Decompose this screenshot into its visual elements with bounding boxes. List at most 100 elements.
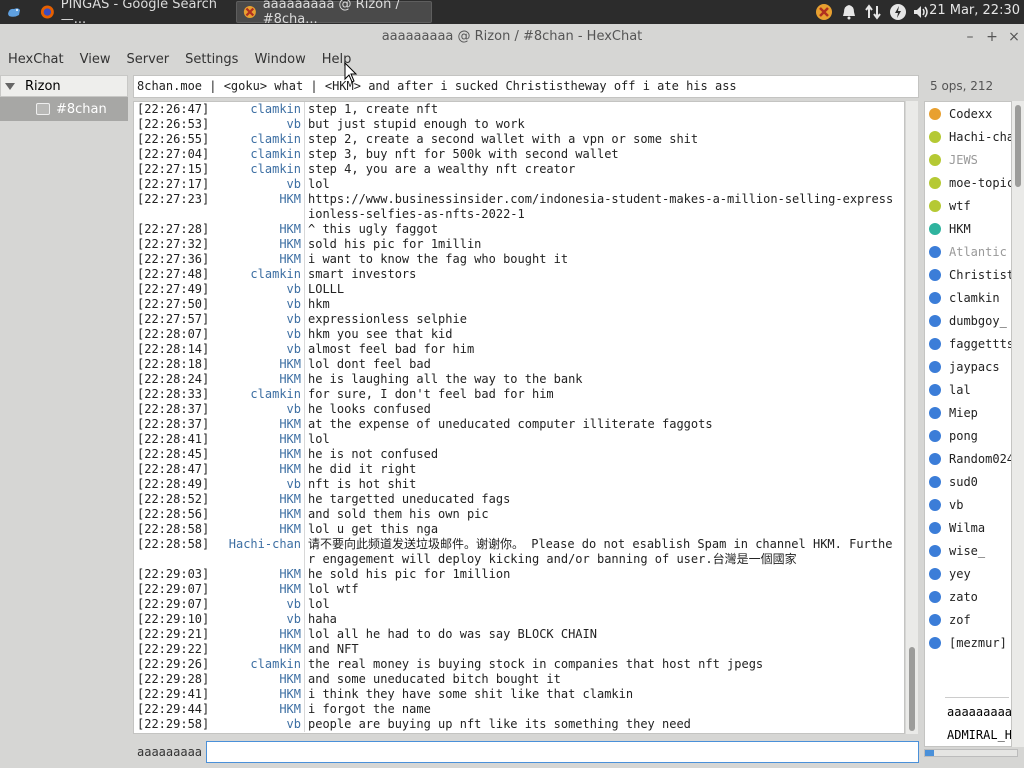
chat-nick[interactable]: vb	[208, 177, 305, 192]
chat-nick[interactable]: clamkin	[208, 132, 305, 147]
user-list-item[interactable]: vb	[925, 493, 963, 516]
clock[interactable]: 21 Mar, 22:30	[929, 3, 1020, 18]
chat-nick[interactable]: vb	[208, 297, 305, 312]
chat-message: lol	[308, 432, 330, 446]
user-list-item[interactable]: aaaaaaaaa	[925, 700, 1011, 723]
chat-nick[interactable]: HKM	[208, 582, 305, 597]
chat-nick[interactable]: HKM	[208, 252, 305, 267]
user-list-item[interactable]: Miep	[925, 401, 978, 424]
chat-nick[interactable]: clamkin	[208, 102, 305, 117]
nick-button[interactable]: aaaaaaaaa	[133, 741, 205, 763]
user-list-item[interactable]: sud0	[925, 470, 978, 493]
chat-nick[interactable]: vb	[208, 342, 305, 357]
chat-nick[interactable]: HKM	[208, 507, 305, 522]
chat-nick[interactable]: HKM	[208, 447, 305, 462]
chat-nick[interactable]: HKM	[208, 672, 305, 687]
user-list-item[interactable]: Christist	[925, 263, 1011, 286]
menu-window[interactable]: Window	[246, 50, 313, 70]
menu-view[interactable]: View	[72, 50, 119, 70]
user-list-item[interactable]: zof	[925, 608, 971, 631]
user-list-item[interactable]: Atlantic	[925, 240, 1007, 263]
hexchat-tray-icon[interactable]	[815, 3, 833, 21]
user-list-item[interactable]: [mezmur]	[925, 631, 1007, 654]
chat-nick[interactable]: HKM	[208, 687, 305, 702]
user-list-item[interactable]: jaypacs	[925, 355, 1000, 378]
chat-nick[interactable]: HKM	[208, 462, 305, 477]
user-list-item[interactable]: clamkin	[925, 286, 1000, 309]
chat-nick[interactable]: vb	[208, 327, 305, 342]
chat-nick[interactable]: HKM	[208, 222, 305, 237]
topic-field[interactable]: 8chan.moe | <goku> what | <HKM> and afte…	[133, 75, 919, 98]
menu-settings[interactable]: Settings	[177, 50, 246, 70]
chat-nick[interactable]: clamkin	[208, 162, 305, 177]
chat-nick[interactable]: HKM	[208, 702, 305, 717]
chat-nick[interactable]: vb	[208, 402, 305, 417]
chat-line: [22:28:58] Hachi-chan 请不要向此频道发送垃圾邮件。谢谢你。 P…	[134, 537, 904, 567]
user-list-item[interactable]: Hachi-cha	[925, 125, 1011, 148]
user-list-item[interactable]: moe-topic	[925, 171, 1011, 194]
chat-log[interactable]: [22:26:47] clamkin step 1, create nft [22:2…	[133, 101, 905, 734]
user-list-item[interactable]: lal	[925, 378, 971, 401]
menu-hexchat[interactable]: HexChat	[0, 50, 72, 70]
notification-bell-icon[interactable]	[840, 3, 858, 21]
chat-nick[interactable]: HKM	[208, 417, 305, 432]
user-list-item[interactable]: HKM	[925, 217, 971, 240]
network-transfer-icon[interactable]	[864, 3, 882, 21]
chat-nick[interactable]: vb	[208, 312, 305, 327]
userlist-scrollbar-thumb[interactable]	[1015, 105, 1021, 187]
expand-arrow-icon[interactable]	[5, 82, 15, 90]
chat-nick[interactable]: clamkin	[208, 387, 305, 402]
user-list-item[interactable]: wise_	[925, 539, 985, 562]
chat-nick[interactable]: vb	[208, 477, 305, 492]
message-input[interactable]	[206, 741, 919, 763]
menu-server[interactable]: Server	[118, 50, 177, 70]
volume-icon[interactable]	[912, 3, 930, 21]
chat-nick[interactable]: vb	[208, 612, 305, 627]
chat-nick[interactable]: vb	[208, 282, 305, 297]
tree-server-rizon[interactable]: Rizon	[0, 75, 128, 97]
chat-nick[interactable]: HKM	[208, 567, 305, 582]
user-list-item[interactable]: zato	[925, 585, 978, 608]
power-icon[interactable]	[889, 3, 907, 21]
user-list-item[interactable]: Random024	[925, 447, 1011, 470]
tree-channel-8chan[interactable]: #8chan	[0, 97, 128, 121]
chat-nick[interactable]: HKM	[208, 522, 305, 537]
chat-message: and some uneducated bitch bought it	[308, 672, 561, 686]
chat-nick[interactable]: clamkin	[208, 657, 305, 672]
user-list-item[interactable]: Wilma	[925, 516, 985, 539]
user-list-item[interactable]: dumbgoy_	[925, 309, 1007, 332]
chat-nick[interactable]: HKM	[208, 192, 305, 222]
chat-nick[interactable]: vb	[208, 597, 305, 612]
maximize-icon[interactable]: +	[985, 30, 999, 44]
chat-nick[interactable]: clamkin	[208, 147, 305, 162]
user-list-item[interactable]: Codexx	[925, 102, 992, 125]
taskbar-hexchat-window[interactable]: aaaaaaaaa @ Rizon / #8cha...	[236, 0, 432, 27]
chat-line: [22:27:17] vb lol	[134, 177, 904, 192]
chat-nick[interactable]: Hachi-chan	[208, 537, 305, 567]
user-list-item[interactable]: ADMIRAL_H	[925, 723, 1011, 746]
userlist-scrollbar[interactable]	[1012, 101, 1024, 747]
user-list-item[interactable]: pong	[925, 424, 978, 447]
user-list-item[interactable]: faggettts	[925, 332, 1011, 355]
chat-nick[interactable]: HKM	[208, 642, 305, 657]
chat-nick[interactable]: HKM	[208, 492, 305, 507]
chat-nick[interactable]: HKM	[208, 432, 305, 447]
chat-timestamp: [22:29:26]	[137, 657, 210, 671]
taskbar-firefox-window[interactable]: PINGAS - Google Search —...	[34, 0, 232, 27]
start-menu-icon[interactable]	[6, 4, 22, 20]
chat-nick[interactable]: clamkin	[208, 267, 305, 282]
chat-nick[interactable]: HKM	[208, 627, 305, 642]
chat-nick[interactable]: vb	[208, 117, 305, 132]
chat-nick[interactable]: HKM	[208, 237, 305, 252]
user-list-item[interactable]: JEWS	[925, 148, 978, 171]
chat-scrollbar-thumb[interactable]	[909, 647, 915, 731]
chat-nick[interactable]: HKM	[208, 357, 305, 372]
user-list-item[interactable]: yey	[925, 562, 971, 585]
chat-nick[interactable]: HKM	[208, 372, 305, 387]
user-list-item[interactable]: wtf	[925, 194, 971, 217]
minimize-icon[interactable]: –	[963, 30, 977, 44]
chat-scrollbar[interactable]	[906, 101, 918, 734]
chat-nick[interactable]: vb	[208, 717, 305, 732]
close-icon[interactable]: ×	[1007, 30, 1021, 44]
user-list[interactable]: Codexx Hachi-cha JEWS moe-topic wtf HKM Atlant…	[924, 101, 1012, 747]
